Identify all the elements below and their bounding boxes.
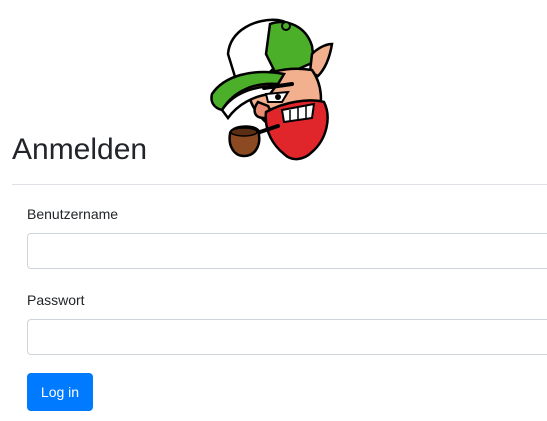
- login-button[interactable]: Log in: [27, 373, 93, 411]
- username-input[interactable]: [27, 233, 547, 269]
- header-divider: [12, 184, 547, 185]
- page-title: Anmelden: [12, 133, 148, 166]
- leprechaun-mascot-logo: [210, 18, 334, 161]
- password-label: Passwort: [27, 292, 85, 308]
- password-input[interactable]: [27, 319, 547, 355]
- username-label: Benutzername: [27, 206, 119, 222]
- login-page: Anmelden Benutzername Passwort Log in: [0, 0, 547, 421]
